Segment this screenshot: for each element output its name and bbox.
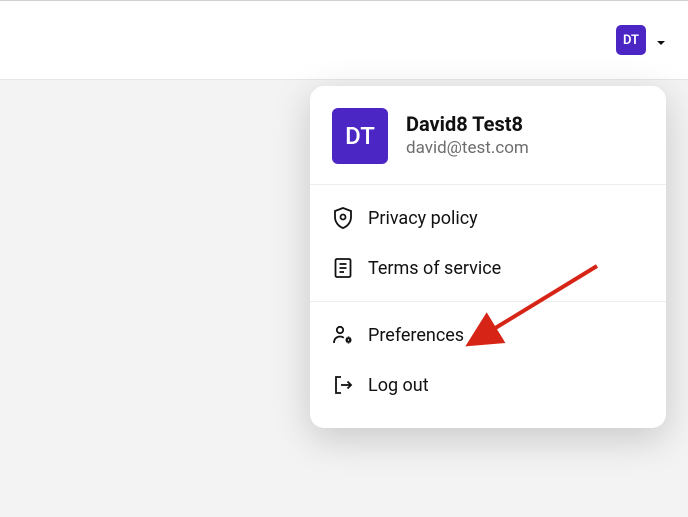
- menu-header: DT David8 Test8 david@test.com: [310, 86, 666, 185]
- avatar-large: DT: [332, 108, 388, 164]
- avatar-button[interactable]: DT: [616, 25, 646, 55]
- menu-section-legal: Privacy policy Terms of service: [310, 185, 666, 301]
- menu-item-logout[interactable]: Log out: [310, 360, 666, 410]
- user-email: david@test.com: [406, 137, 529, 159]
- logout-icon: [332, 374, 354, 396]
- menu-item-label: Privacy policy: [368, 208, 478, 229]
- menu-item-label: Preferences: [368, 325, 464, 346]
- shield-icon: [332, 207, 354, 229]
- menu-item-terms[interactable]: Terms of service: [310, 243, 666, 293]
- document-icon: [332, 257, 354, 279]
- menu-item-label: Log out: [368, 375, 429, 396]
- user-name: David8 Test8: [406, 112, 529, 137]
- topbar: DT: [0, 0, 688, 80]
- menu-item-privacy[interactable]: Privacy policy: [310, 193, 666, 243]
- menu-item-preferences[interactable]: Preferences: [310, 310, 666, 360]
- menu-section-account: Preferences Log out: [310, 301, 666, 418]
- menu-item-label: Terms of service: [368, 258, 501, 279]
- avatar-large-initials: DT: [345, 122, 375, 150]
- user-menu: DT David8 Test8 david@test.com Privacy p…: [310, 86, 666, 428]
- avatar-initials: DT: [623, 33, 639, 48]
- user-info: David8 Test8 david@test.com: [406, 112, 529, 159]
- person-gear-icon: [332, 324, 354, 346]
- chevron-down-icon[interactable]: [656, 31, 666, 50]
